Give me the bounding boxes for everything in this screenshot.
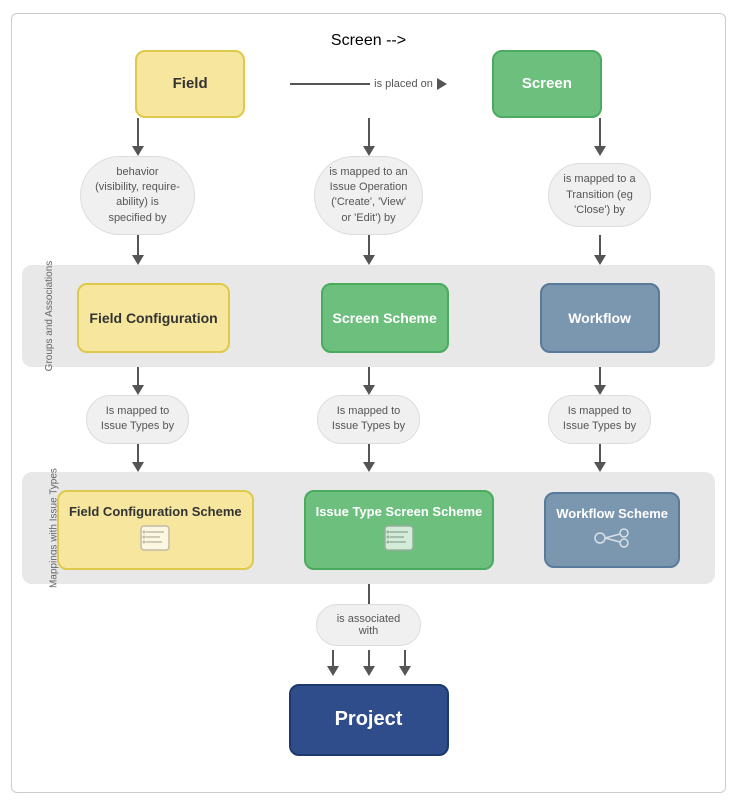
from-group1-connector (137, 367, 139, 385)
triple-mid-connector (368, 650, 370, 666)
field-node: Field (135, 50, 245, 118)
to-map1-connector (137, 444, 139, 462)
screen-right-arrow (594, 146, 606, 156)
screen-right-connector (599, 118, 601, 146)
field-connector (137, 118, 139, 146)
placed-on-label: is placed on (370, 78, 437, 90)
to-group1-arrow (132, 255, 144, 265)
workflow-scheme-node: Workflow Scheme (544, 492, 680, 568)
to-map3-arrow (594, 462, 606, 472)
diagram-container: Screen --> Field is placed on Screen (11, 13, 726, 793)
from-group3-arrow (594, 385, 606, 395)
top-row: Field is placed on Screen (22, 50, 715, 118)
project-node: Project (289, 684, 449, 756)
screen-left-connector (368, 118, 370, 146)
triple-right-connector (404, 650, 406, 666)
field-arrow (132, 146, 144, 156)
from-group2-arrow (363, 385, 375, 395)
screen-left-arrow (363, 146, 375, 156)
behavior-label: behavior(visibility, require-ability) is… (80, 156, 195, 236)
to-map2-connector (368, 444, 370, 462)
mapped-issue-types-3-label: Is mapped toIssue Types by (548, 395, 651, 444)
to-map1-arrow (132, 462, 144, 472)
groups-band-inner: Field Configuration Screen Scheme Workfl… (32, 283, 705, 353)
mappings-band-inner: Field Configuration Scheme (32, 490, 705, 570)
to-group2-connector (368, 235, 370, 255)
to-map3-connector (599, 444, 601, 462)
to-assoc-connector (368, 584, 370, 604)
to-group1-connector (137, 235, 139, 255)
groups-band-label: Groups and Associations (44, 261, 55, 372)
from-group3-connector (599, 367, 601, 385)
to-group3-connector (599, 235, 601, 255)
mappings-band: Mappings with Issue Types Field Configur… (22, 472, 715, 584)
workflow-icon (594, 527, 630, 554)
triple-right-arrow (399, 666, 411, 676)
to-group2-arrow (363, 255, 375, 265)
from-group1-arrow (132, 385, 144, 395)
workflow-node: Workflow (540, 283, 660, 353)
groups-band: Groups and Associations Field Configurat… (22, 265, 715, 367)
triple-left-arrow (327, 666, 339, 676)
triple-arrow (327, 650, 411, 676)
field-config-scheme-node: Field Configuration Scheme (57, 490, 254, 570)
triple-left-connector (332, 650, 334, 666)
triple-mid-arrow (363, 666, 375, 676)
field-config-node: Field Configuration (77, 283, 229, 353)
list-icon-2 (384, 525, 414, 556)
from-group2-connector (368, 367, 370, 385)
placed-on-arrowhead (437, 78, 447, 90)
to-map2-arrow (363, 462, 375, 472)
issue-type-screen-scheme-node: Issue Type Screen Scheme (304, 490, 495, 570)
to-group3-arrow (594, 255, 606, 265)
placed-on-line (290, 83, 370, 85)
screen-scheme-node: Screen Scheme (321, 283, 449, 353)
mapped-issue-types-1-label: Is mapped toIssue Types by (86, 395, 189, 444)
list-icon-1 (140, 525, 170, 556)
mapped-operation-label: is mapped to anIssue Operation('Create',… (314, 156, 422, 236)
screen-node: Screen (492, 50, 602, 118)
associated-with-label: is associatedwith (316, 604, 422, 646)
mapped-transition-label: is mapped to aTransition (eg'Close') by (548, 163, 650, 227)
mapped-issue-types-2-label: Is mapped toIssue Types by (317, 395, 420, 444)
